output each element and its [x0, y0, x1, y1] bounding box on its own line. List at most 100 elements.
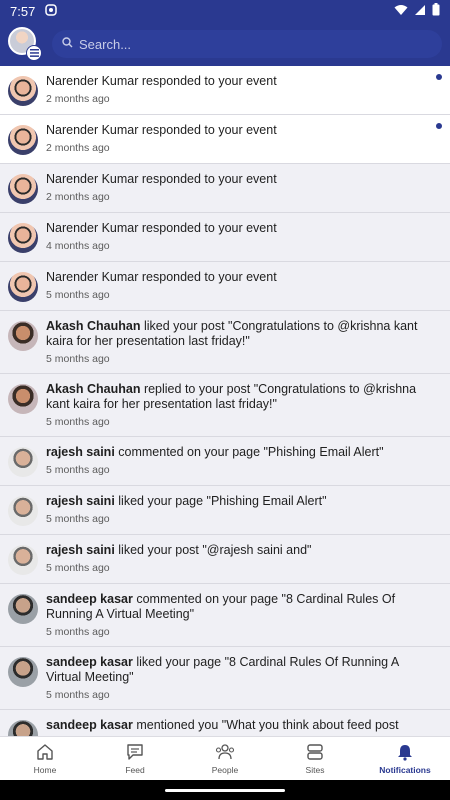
notification-content: Narender Kumar responded to your event 2 …	[46, 172, 440, 204]
notification-actor[interactable]: rajesh saini	[46, 445, 115, 459]
notification-text: Akash Chauhan replied to your post "Cong…	[46, 382, 428, 412]
notification-item[interactable]: rajesh saini commented on your page "Phi…	[0, 437, 450, 486]
notification-content: rajesh saini liked your post "@rajesh sa…	[46, 543, 440, 575]
notification-message: liked your post "@rajesh saini and"	[114, 543, 312, 557]
notification-content: sandeep kasar commented on your page "8 …	[46, 592, 440, 638]
notification-message: Narender Kumar responded to your event	[46, 221, 277, 235]
avatar	[8, 496, 38, 526]
avatar	[8, 447, 38, 477]
notification-timestamp: 4 months ago	[46, 240, 110, 252]
nav-item-people[interactable]: People	[180, 737, 270, 780]
notification-content: Narender Kumar responded to your event 2 …	[46, 123, 440, 155]
notification-timestamp: 5 months ago	[46, 464, 110, 476]
notification-timestamp: 5 months ago	[46, 416, 110, 428]
battery-icon	[432, 3, 440, 19]
system-nav-bar	[0, 780, 450, 800]
avatar	[8, 720, 38, 736]
nav-label: Notifications	[379, 764, 431, 775]
avatar	[8, 384, 38, 414]
avatar	[8, 272, 38, 302]
notification-item[interactable]: sandeep kasar liked your page "8 Cardina…	[0, 647, 450, 710]
notification-content: rajesh saini liked your page "Phishing E…	[46, 494, 440, 526]
avatar	[8, 223, 38, 253]
avatar	[8, 657, 38, 687]
avatar	[8, 545, 38, 575]
search-placeholder: Search...	[79, 36, 132, 52]
bell-icon	[396, 743, 414, 765]
nav-item-notifications[interactable]: Notifications	[360, 737, 450, 780]
notification-actor[interactable]: sandeep kasar	[46, 655, 133, 669]
notification-text: Narender Kumar responded to your event	[46, 172, 428, 187]
avatar	[8, 125, 38, 155]
notification-actor[interactable]: rajesh saini	[46, 494, 115, 508]
notification-message: Narender Kumar responded to your event	[46, 172, 277, 186]
people-icon	[215, 743, 235, 765]
notification-text: sandeep kasar mentioned you "What you th…	[46, 718, 428, 733]
notification-timestamp: 2 months ago	[46, 93, 110, 105]
notification-list[interactable]: Narender Kumar responded to your event 2 …	[0, 66, 450, 736]
notification-message: commented on your page "Phishing Email A…	[114, 445, 384, 459]
avatar	[8, 76, 38, 106]
notification-content: sandeep kasar liked your page "8 Cardina…	[46, 655, 440, 701]
nav-item-feed[interactable]: Feed	[90, 737, 180, 780]
avatar	[8, 174, 38, 204]
notification-item[interactable]: Narender Kumar responded to your event 5 …	[0, 262, 450, 311]
search-icon	[62, 35, 73, 53]
nav-label: Home	[33, 764, 57, 775]
home-gesture-handle[interactable]	[165, 788, 285, 792]
notification-text: Akash Chauhan liked your post "Congratul…	[46, 319, 428, 349]
notification-message: Narender Kumar responded to your event	[46, 270, 277, 284]
menu-icon	[26, 45, 42, 61]
signal-icon	[414, 4, 426, 19]
notification-text: Narender Kumar responded to your event	[46, 74, 428, 89]
notification-message: mentioned you "What you think about feed…	[132, 718, 399, 732]
feed-icon	[126, 743, 144, 765]
notification-content: rajesh saini commented on your page "Phi…	[46, 445, 440, 477]
home-icon	[36, 743, 54, 765]
notification-timestamp: 5 months ago	[46, 689, 110, 701]
notification-timestamp: 2 months ago	[46, 191, 110, 203]
notification-timestamp: 2 months ago	[46, 142, 110, 154]
notification-actor[interactable]: sandeep kasar	[46, 592, 133, 606]
notification-item[interactable]: Akash Chauhan replied to your post "Cong…	[0, 374, 450, 437]
notification-item[interactable]: Narender Kumar responded to your event 4 …	[0, 213, 450, 262]
notification-content: Narender Kumar responded to your event 2 …	[46, 74, 440, 106]
notification-content: Akash Chauhan liked your post "Congratul…	[46, 319, 440, 365]
notification-item[interactable]: rajesh saini liked your post "@rajesh sa…	[0, 535, 450, 584]
notification-text: Narender Kumar responded to your event	[46, 270, 428, 285]
notification-timestamp: 5 months ago	[46, 562, 110, 574]
notification-timestamp: 5 months ago	[46, 513, 110, 525]
notification-actor[interactable]: rajesh saini	[46, 543, 115, 557]
search-input[interactable]: Search...	[52, 30, 442, 58]
profile-menu-button[interactable]	[8, 27, 42, 61]
nav-label: People	[211, 764, 239, 775]
avatar	[8, 594, 38, 624]
nav-item-sites[interactable]: Sites	[270, 737, 360, 780]
notification-item[interactable]: sandeep kasar mentioned you "What you th…	[0, 710, 450, 736]
notification-text: sandeep kasar liked your page "8 Cardina…	[46, 655, 428, 685]
notification-item[interactable]: Narender Kumar responded to your event 2 …	[0, 164, 450, 213]
nav-item-home[interactable]: Home	[0, 737, 90, 780]
notification-message: Narender Kumar responded to your event	[46, 123, 277, 137]
wifi-icon	[394, 4, 408, 19]
notification-timestamp: 5 months ago	[46, 626, 110, 638]
notification-actor[interactable]: sandeep kasar	[46, 718, 133, 732]
notification-actor[interactable]: Akash Chauhan	[46, 319, 140, 333]
nav-label: Feed	[125, 764, 145, 775]
notification-content: Narender Kumar responded to your event 5 …	[46, 270, 440, 302]
notification-item[interactable]: sandeep kasar commented on your page "8 …	[0, 584, 450, 647]
nav-label: Sites	[305, 764, 325, 775]
notification-item[interactable]: Narender Kumar responded to your event 2 …	[0, 115, 450, 164]
notification-timestamp: 5 months ago	[46, 289, 110, 301]
notification-actor[interactable]: Akash Chauhan	[46, 382, 140, 396]
unread-dot	[436, 123, 442, 129]
notification-content: Narender Kumar responded to your event 4 …	[46, 221, 440, 253]
notification-content: Akash Chauhan replied to your post "Cong…	[46, 382, 440, 428]
notification-text: Narender Kumar responded to your event	[46, 221, 428, 236]
notification-item[interactable]: Akash Chauhan liked your post "Congratul…	[0, 311, 450, 374]
notification-text: Narender Kumar responded to your event	[46, 123, 428, 138]
notification-text: sandeep kasar commented on your page "8 …	[46, 592, 428, 622]
notification-text: rajesh saini liked your post "@rajesh sa…	[46, 543, 428, 558]
notification-item[interactable]: Narender Kumar responded to your event 2 …	[0, 66, 450, 115]
notification-item[interactable]: rajesh saini liked your page "Phishing E…	[0, 486, 450, 535]
